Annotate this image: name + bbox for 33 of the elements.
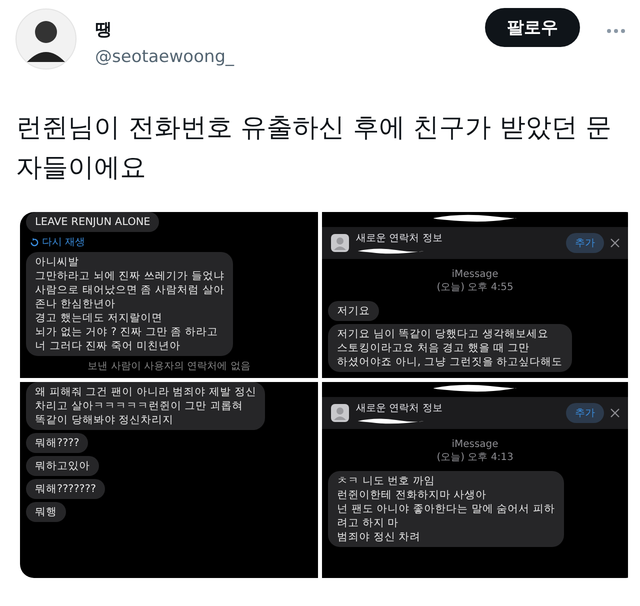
message-bubble: 저기요 님이 똑같이 당했다고 생각해보세요 스토킹이라고요 처음 경고 했을 때 그만 하셨어야죠 아니, 그냥 그런짓을 하고싶다해도 [328, 324, 572, 372]
message-time: (오늘) 오후 4:55 [436, 281, 514, 294]
message-screenshot[interactable]: 새로운 연락처 정보 추가 iMessage (오늘) 오후 4:13 ㅊㅋ 니도 번호 까임 런쥔이한테 전화하지마 사생아 넌 팬도 아니야 좋아한다는 말에 숨어서 피하 려고 하지 마 범죄야 정신 차려 [322, 382, 628, 578]
message-time: (오늘) 오후 4:13 [436, 451, 514, 464]
tweet-text: 런쥔님이 전화번호 유출하신 후에 친구가 받았던 문자들이에요 [16, 112, 613, 185]
message-screenshot[interactable]: LEAVE RENJUN ALONE 다시 재생 아니씨발 그만하라고 뇌에 진짜 쓰레기가 들었냐 사람으로 태어났으면 좀 사람처럼 살아 존나 한심한년아 경고 했는데도 저지랄이면 뇌가 없는 거야 ? 진짜 그만 좀 하라고 너 그러다 진짜 죽어 미친년아 보낸 사람이 사용자의 연락처에 없음 [20, 212, 318, 378]
author-name[interactable]: 땡 [95, 18, 467, 41]
message-bubble: 뭐행 [26, 502, 66, 522]
message-bubble: 뭐해???? [26, 433, 88, 453]
replay-link[interactable]: 다시 재생 [42, 235, 86, 249]
replay-icon[interactable] [30, 238, 39, 246]
message-bubble: LEAVE RENJUN ALONE [26, 212, 160, 232]
message-bubble: 뭐해??????? [26, 479, 106, 499]
author-handle[interactable]: @seotaewoong_ [95, 47, 467, 67]
sender-note: 보낸 사람이 사용자의 연락처에 없음 [88, 360, 250, 373]
message-screenshot[interactable]: 새로운 연락처 정보 추가 iMessage (오늘) 오후 4:55 저기요 저기요 님이 똑같이 당했다고 생각해보세요 스토킹이라고요 처음 경고 했을 때 그만 하셨어야죠 아니, 그냥 그런짓을 하고싶다해도 [322, 212, 628, 378]
service-label: iMessage [452, 268, 498, 281]
contact-title: 새로운 연락처 정보 [356, 232, 444, 245]
close-icon[interactable] [610, 238, 620, 248]
contact-icon [330, 233, 350, 253]
follow-button[interactable]: 팔로우 [485, 8, 580, 47]
more-icon[interactable] [606, 28, 626, 34]
contact-title: 새로운 연락처 정보 [356, 402, 444, 415]
message-bubble: 저기요 [328, 301, 379, 321]
message-bubble: 아니씨발 그만하라고 뇌에 진짜 쓰레기가 들었냐 사람으로 태어났으면 좀 사람처럼 살아 존나 한심한년아 경고 했는데도 저지랄이면 뇌가 없는 거야 ? 진짜 그만 좀 하라고 너 그러다 진짜 죽어 미친년아 [26, 252, 234, 356]
service-label: iMessage [452, 438, 498, 451]
contact-icon [330, 403, 350, 423]
close-icon[interactable] [610, 408, 620, 418]
message-screenshot[interactable]: 왜 피해줘 그건 팬이 아니라 범죄야 제발 정신 차리고 살아ㅋㅋㅋㅋㅋ런쥔이 그만 괴롭혀 똑같이 당해봐야 정신차리지 뭐해???? 뭐하고있아 뭐해??????? 뭐행 [20, 382, 318, 578]
message-bubble: 왜 피해줘 그건 팬이 아니라 범죄야 제발 정신 차리고 살아ㅋㅋㅋㅋㅋ런쥔이 그만 괴롭혀 똑같이 당해봐야 정신차리지 [26, 382, 266, 430]
message-bubble: ㅊㅋ 니도 번호 까임 런쥔이한테 전화하지마 사생아 넌 팬도 아니야 좋아한다는 말에 숨어서 피하 려고 하지 마 범죄야 정신 차려 [328, 471, 564, 547]
message-bubble: 뭐하고있아 [26, 456, 99, 476]
avatar-icon[interactable] [15, 8, 77, 70]
